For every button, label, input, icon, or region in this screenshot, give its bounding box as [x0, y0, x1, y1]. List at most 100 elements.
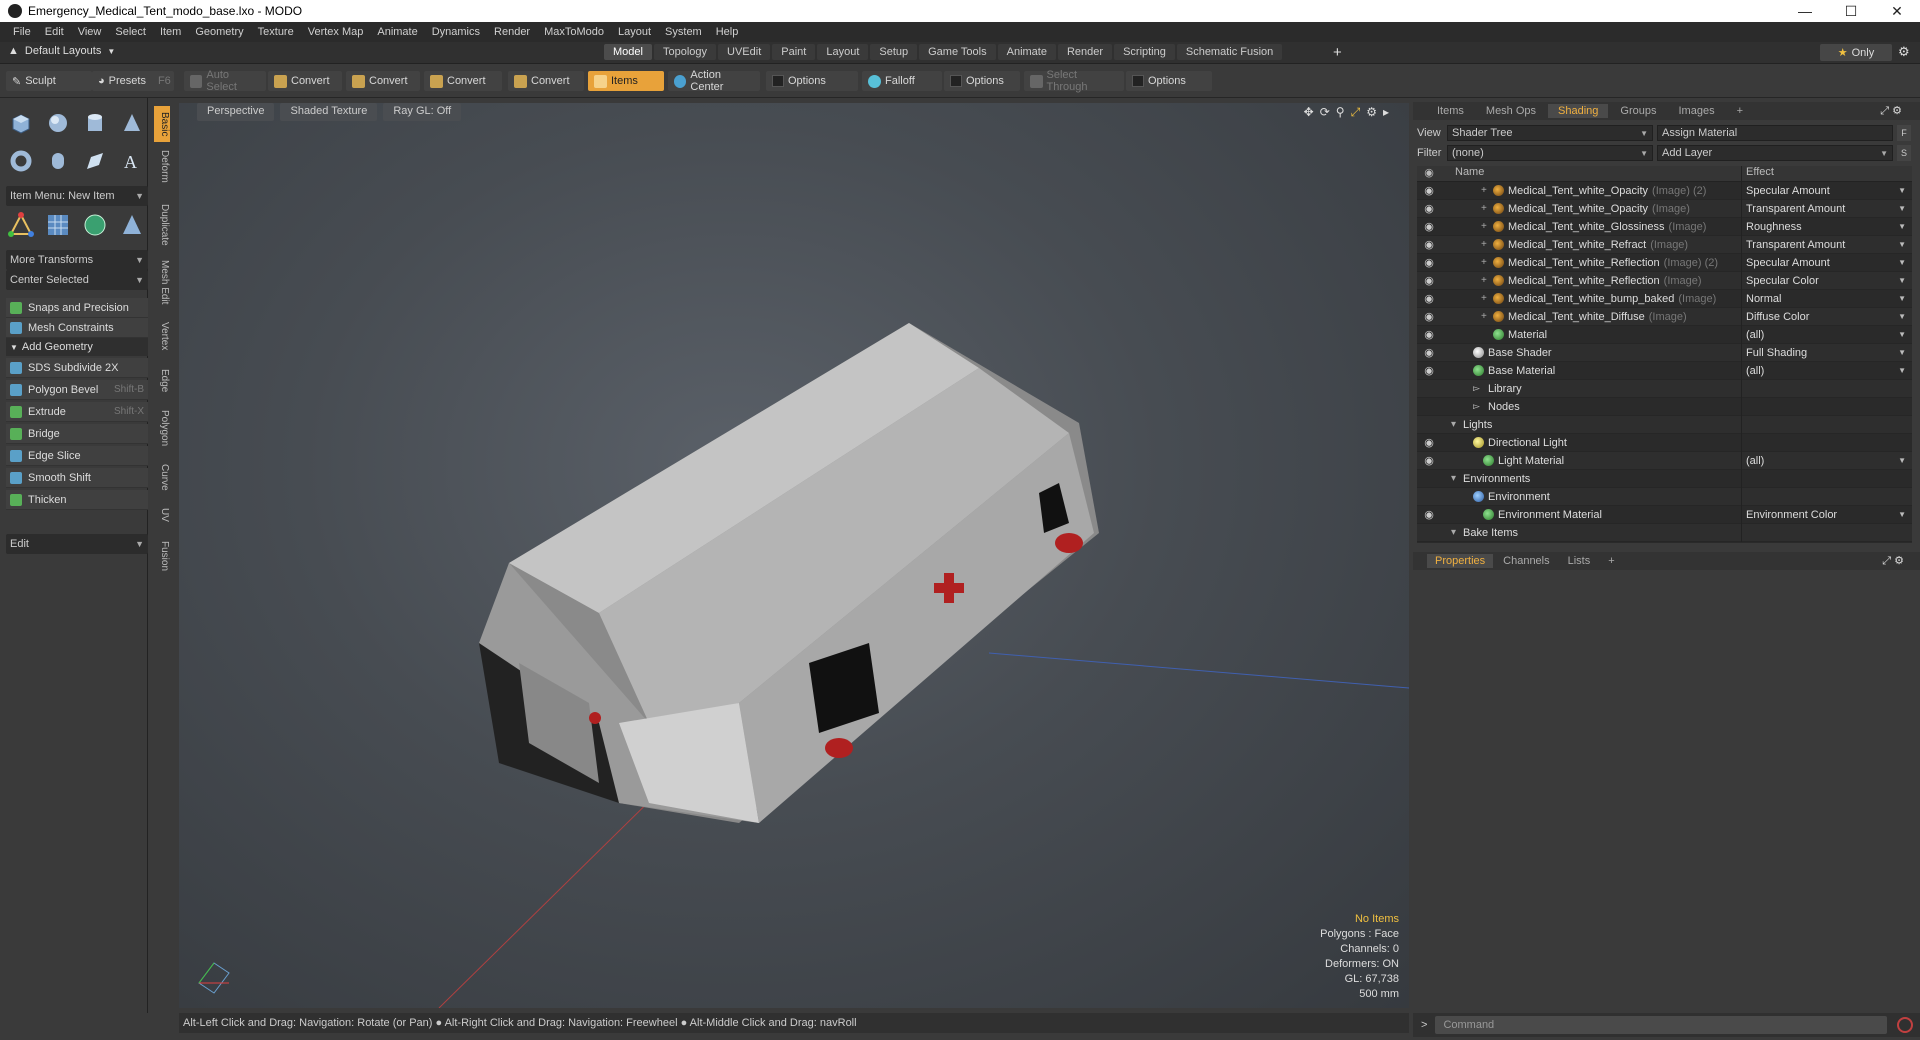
- effect-cell[interactable]: Diffuse Color ▼: [1741, 307, 1912, 326]
- visibility-eye-icon[interactable]: ◉: [1417, 328, 1441, 341]
- vtab-uv[interactable]: UV: [154, 504, 170, 526]
- shader-tree-row[interactable]: ▻ Nodes: [1417, 397, 1912, 416]
- visibility-eye-icon[interactable]: ◉: [1417, 454, 1441, 467]
- visibility-eye-icon[interactable]: ◉: [1417, 346, 1441, 359]
- center-selected-dropdown[interactable]: Center Selected ▼: [6, 270, 148, 290]
- action-center-button[interactable]: Action Center: [668, 69, 760, 93]
- visibility-eye-icon[interactable]: ◉: [1417, 310, 1441, 323]
- expand-plus-icon[interactable]: +: [1481, 239, 1489, 250]
- effect-cell[interactable]: Transparent Amount ▼: [1741, 235, 1912, 254]
- falloff-button[interactable]: Falloff: [862, 71, 942, 91]
- menu-view[interactable]: View: [71, 26, 109, 38]
- globe-icon[interactable]: [80, 210, 110, 240]
- expand-plus-icon[interactable]: +: [1481, 293, 1489, 304]
- shader-tree-row[interactable]: ▾ Lights: [1417, 415, 1912, 434]
- effect-column-header[interactable]: Effect: [1741, 166, 1912, 181]
- tab-layout[interactable]: Layout: [817, 44, 869, 60]
- visibility-eye-icon[interactable]: ◉: [1417, 220, 1441, 233]
- tab-paint[interactable]: Paint: [772, 44, 816, 60]
- tab-scripting[interactable]: Scripting: [1114, 44, 1175, 60]
- tab-model[interactable]: Model: [604, 44, 652, 60]
- menu-select[interactable]: Select: [108, 26, 153, 38]
- convert-edges-button[interactable]: Convert: [346, 71, 420, 91]
- shader-tree-row[interactable]: Environment: [1417, 487, 1912, 506]
- menu-render[interactable]: Render: [487, 26, 537, 38]
- auto-select-button[interactable]: Auto Select: [184, 69, 266, 93]
- convert-vertices-button[interactable]: Convert: [268, 71, 342, 91]
- menu-geometry[interactable]: Geometry: [188, 26, 250, 38]
- vtab-duplicate[interactable]: Duplicate: [154, 200, 170, 250]
- visibility-eye-icon[interactable]: ◉: [1417, 292, 1441, 305]
- add-geometry-section[interactable]: ▼ Add Geometry: [6, 338, 148, 356]
- visibility-eye-icon[interactable]: ◉: [1417, 184, 1441, 197]
- menu-help[interactable]: Help: [709, 26, 746, 38]
- menu-layout[interactable]: Layout: [611, 26, 658, 38]
- tool-smooth-shift[interactable]: Smooth Shift: [6, 468, 148, 488]
- falloff-options-checkbox[interactable]: [950, 75, 962, 87]
- cube-icon[interactable]: [6, 108, 36, 138]
- menu-item[interactable]: Item: [153, 26, 188, 38]
- snaps-precision-button[interactable]: Snaps and Precision: [6, 298, 148, 318]
- vtab-curve[interactable]: Curve: [154, 460, 170, 494]
- effect-cell[interactable]: Full Shading ▼: [1741, 343, 1912, 362]
- vtab-edge[interactable]: Edge: [154, 366, 170, 396]
- tab-shading[interactable]: Shading: [1548, 104, 1609, 118]
- shader-tree-row[interactable]: ◉ + Medical_Tent_white_Refract (Image) Trans…: [1417, 235, 1912, 254]
- vtab-polygon[interactable]: Polygon: [154, 406, 170, 450]
- expand-plus-icon[interactable]: +: [1481, 203, 1489, 214]
- minimize-icon[interactable]: —: [1782, 0, 1828, 22]
- add-properties-tab-icon[interactable]: +: [1600, 554, 1622, 568]
- visibility-eye-icon[interactable]: ◉: [1417, 274, 1441, 287]
- effect-cell[interactable]: Specular Amount ▼: [1741, 181, 1912, 200]
- tool-sds-subdivide[interactable]: SDS Subdivide 2X: [6, 358, 148, 378]
- shader-tree-row[interactable]: ◉ Environment Material Environment Color ▼: [1417, 505, 1912, 524]
- vtab-basic[interactable]: Basic: [154, 106, 170, 142]
- more-transforms-dropdown[interactable]: More Transforms ▼: [6, 250, 148, 270]
- add-panel-tab-icon[interactable]: +: [1727, 104, 1753, 118]
- tool-thicken[interactable]: Thicken: [6, 490, 148, 510]
- view-dropdown[interactable]: Shader Tree ▼: [1447, 125, 1653, 141]
- menu-system[interactable]: System: [658, 26, 709, 38]
- torus-icon[interactable]: [6, 146, 36, 176]
- tab-properties[interactable]: Properties: [1427, 554, 1494, 568]
- tool-edge-slice[interactable]: Edge Slice: [6, 446, 148, 466]
- name-column-header[interactable]: Name: [1441, 166, 1741, 181]
- cylinder-icon[interactable]: [80, 108, 110, 138]
- visibility-eye-icon[interactable]: ◉: [1417, 508, 1441, 521]
- pyramid-icon[interactable]: [117, 210, 147, 240]
- effect-cell[interactable]: (all) ▼: [1741, 325, 1912, 344]
- tab-uvedit[interactable]: UVEdit: [718, 44, 771, 60]
- shader-tree-row[interactable]: ▾ Environments: [1417, 469, 1912, 488]
- effect-cell[interactable]: Specular Amount ▼: [1741, 253, 1912, 272]
- select-through-button[interactable]: Select Through: [1024, 69, 1124, 93]
- shader-tree-row[interactable]: ◉ + Medical_Tent_white_Reflection (Image) (…: [1417, 253, 1912, 272]
- tab-topology[interactable]: Topology: [653, 44, 717, 60]
- menu-vertex-map[interactable]: Vertex Map: [301, 26, 371, 38]
- tab-groups[interactable]: Groups: [1610, 104, 1666, 118]
- command-input[interactable]: Command: [1435, 1016, 1888, 1034]
- menu-texture[interactable]: Texture: [251, 26, 301, 38]
- item-menu-dropdown[interactable]: Item Menu: New Item ▼: [6, 186, 148, 206]
- tab-setup[interactable]: Setup: [870, 44, 918, 60]
- expand-plus-icon[interactable]: +: [1481, 275, 1489, 286]
- shader-tree-row[interactable]: ◉ + Medical_Tent_white_bump_baked (Image) No…: [1417, 289, 1912, 308]
- menu-dynamics[interactable]: Dynamics: [425, 26, 487, 38]
- sculpt-button[interactable]: ✎ Sculpt: [6, 71, 92, 91]
- expand-plus-icon[interactable]: +: [1481, 185, 1489, 196]
- edit-dropdown[interactable]: Edit ▼: [6, 534, 148, 554]
- shader-tree-row[interactable]: ▾ Bake Items: [1417, 523, 1912, 542]
- shader-tree-row[interactable]: ◉ + Medical_Tent_white_Opacity (Image) Trans…: [1417, 199, 1912, 218]
- visibility-eye-icon[interactable]: ◉: [1417, 256, 1441, 269]
- options-checkbox[interactable]: [772, 75, 784, 87]
- shader-tree-row[interactable]: ▻ Library: [1417, 379, 1912, 398]
- effect-cell[interactable]: Roughness ▼: [1741, 217, 1912, 236]
- select-through-checkbox[interactable]: [1132, 75, 1144, 87]
- menu-animate[interactable]: Animate: [370, 26, 424, 38]
- record-macro-icon[interactable]: [1897, 1017, 1914, 1033]
- capsule-icon[interactable]: [43, 146, 73, 176]
- mesh-constraints-button[interactable]: Mesh Constraints: [6, 318, 148, 338]
- expand-plus-icon[interactable]: +: [1481, 311, 1489, 322]
- effect-cell[interactable]: Specular Color ▼: [1741, 271, 1912, 290]
- effect-cell[interactable]: Normal ▼: [1741, 289, 1912, 308]
- expand-plus-icon[interactable]: +: [1481, 257, 1489, 268]
